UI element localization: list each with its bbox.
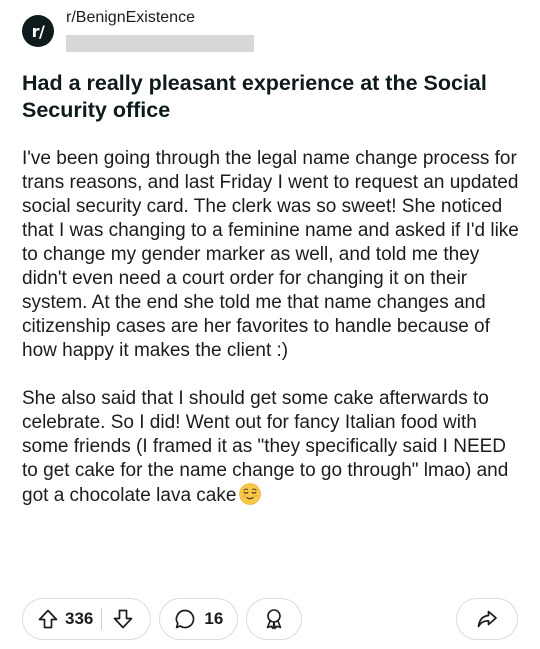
share-button[interactable] — [456, 598, 518, 640]
award-button[interactable] — [246, 598, 303, 640]
comment-count: 16 — [204, 609, 224, 628]
post-header: r/ r/BenignExistence — [22, 8, 522, 52]
post-title[interactable]: Had a really pleasant experience at the … — [22, 70, 522, 124]
post-paragraph-2: She also said that I should get some cak… — [22, 387, 522, 508]
upvote-count: 336 — [65, 609, 94, 628]
redacted-username — [66, 35, 254, 52]
share-arrow-icon — [476, 608, 498, 630]
relieved-face-emoji — [239, 483, 262, 505]
upvote-arrow-icon[interactable] — [35, 606, 61, 632]
post: r/ r/BenignExistence Had a really pleasa… — [22, 0, 522, 508]
post-paragraph-2-text: She also said that I should get some cak… — [22, 388, 509, 506]
subreddit-name[interactable]: r/BenignExistence — [66, 8, 254, 28]
comment-bubble-icon — [174, 608, 196, 630]
subreddit-avatar-text: r/ — [31, 21, 45, 41]
vote-pill: 336 — [22, 598, 152, 640]
comments-button[interactable]: 16 — [159, 598, 239, 640]
subreddit-avatar[interactable]: r/ — [22, 15, 54, 47]
award-icon — [262, 607, 286, 631]
downvote-arrow-icon[interactable] — [110, 606, 136, 632]
vote-divider — [101, 608, 103, 630]
post-body: I've been going through the legal name c… — [22, 147, 522, 508]
post-meta: r/BenignExistence — [66, 8, 254, 52]
post-paragraph-1: I've been going through the legal name c… — [22, 148, 519, 361]
post-actions: 336 16 — [22, 597, 518, 641]
